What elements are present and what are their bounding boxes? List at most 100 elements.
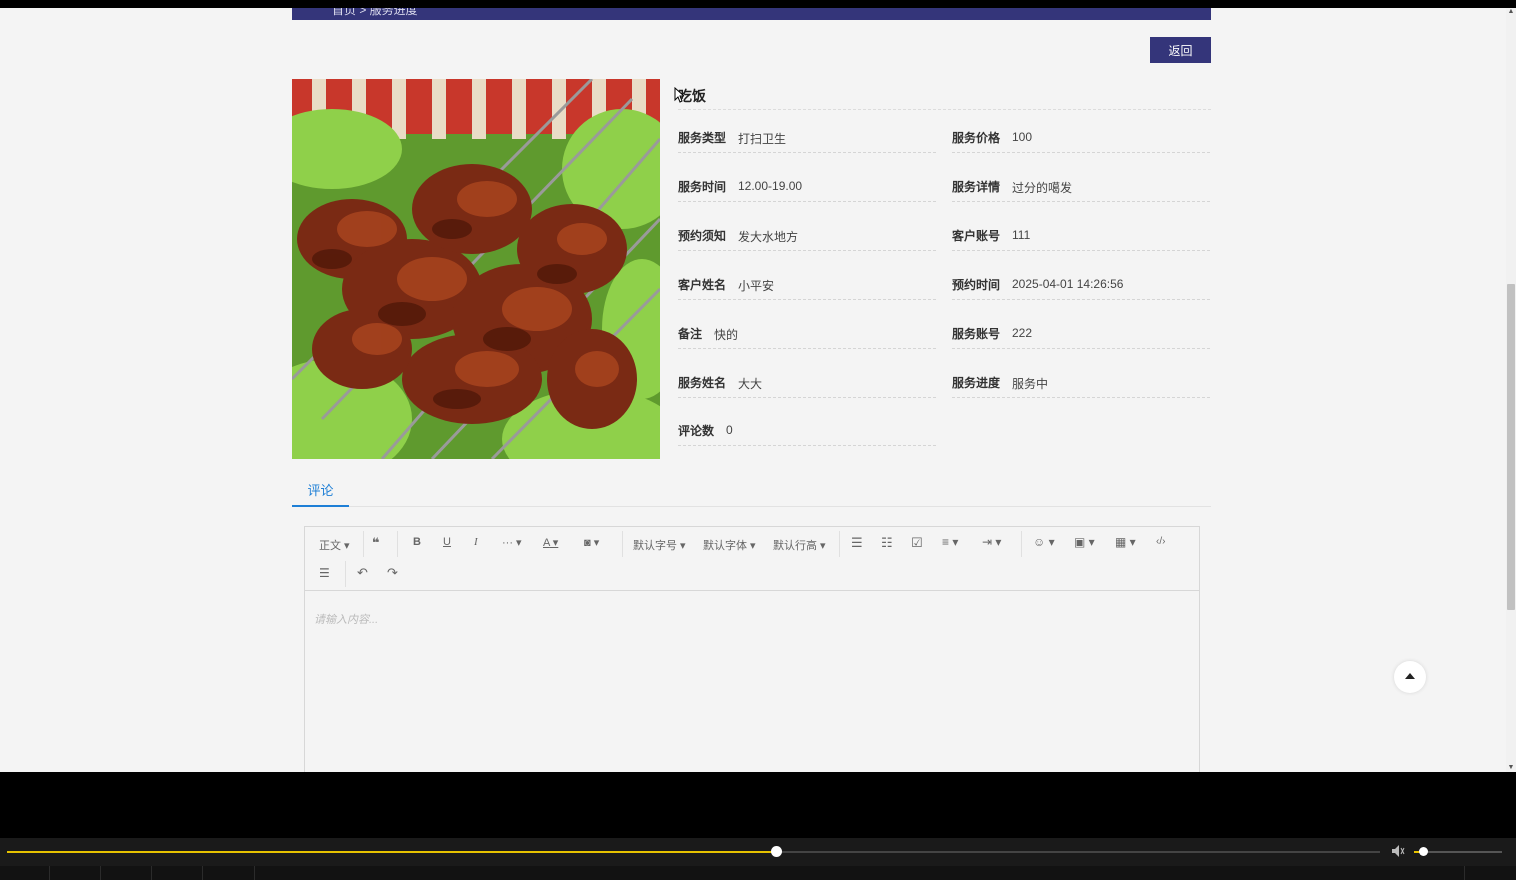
field-value: 100 (1012, 130, 1033, 144)
field-value: 0 (726, 423, 733, 437)
video-player-controls (0, 772, 1516, 880)
field-remark: 备注 快的 (678, 325, 936, 349)
font-family-select[interactable]: 默认字体 ▾ (703, 537, 756, 553)
taskbar-divider (1464, 866, 1465, 880)
field-label: 服务账号 (952, 327, 1001, 341)
detail-tabs: 评论 (292, 482, 1211, 507)
emoji-icon[interactable]: ☺ ▾ (1033, 535, 1055, 549)
tab-comment[interactable]: 评论 (292, 482, 349, 507)
field-service-type: 服务类型 打扫卫生 (678, 129, 936, 153)
redo-icon[interactable]: ↷ (387, 565, 398, 581)
field-label: 预约时间 (952, 278, 1001, 292)
toolbar-divider (1021, 531, 1022, 557)
field-label: 客户账号 (952, 229, 1001, 243)
indent-icon[interactable]: ⇥ ▾ (982, 535, 1001, 549)
field-label: 服务详情 (952, 180, 1001, 194)
toolbar-divider (363, 531, 364, 557)
field-label: 服务进度 (952, 376, 1001, 390)
italic-icon[interactable]: I (474, 536, 478, 548)
field-label: 备注 (678, 327, 703, 341)
back-button[interactable]: 返回 (1150, 37, 1211, 63)
field-service-progress: 服务进度 服务中 (952, 374, 1210, 398)
toolbar-divider (397, 531, 398, 557)
heading-select[interactable]: 正文 ▾ (319, 537, 350, 553)
progress-fill (7, 851, 776, 853)
toolbar-divider (345, 561, 346, 587)
taskbar-divider (49, 866, 50, 880)
font-family-label: 默认字体 (703, 540, 747, 552)
numbered-list-icon[interactable]: ☷ (881, 535, 893, 551)
table-icon[interactable]: ▦ ▾ (1115, 535, 1136, 549)
comment-editor: 正文 ▾ ❝ B U I ··· ▾ A ▾ ◙ ▾ 默认字号 ▾ 默认字体 ▾… (304, 526, 1200, 772)
field-value: 222 (1012, 326, 1033, 340)
bullet-list-icon[interactable]: ☰ (851, 535, 863, 551)
field-value: 发大水地方 (738, 230, 799, 244)
field-label: 客户姓名 (678, 278, 727, 292)
volume-knob[interactable] (1418, 847, 1428, 856)
field-value: 小平安 (738, 279, 775, 293)
editor-toolbar: 正文 ▾ ❝ B U I ··· ▾ A ▾ ◙ ▾ 默认字号 ▾ 默认字体 ▾… (305, 527, 1199, 591)
field-service-detail: 服务详情 过分的噶发 (952, 178, 1210, 202)
volume-icon[interactable] (1391, 844, 1407, 858)
editor-placeholder: 请输入内容... (314, 614, 379, 626)
field-label: 服务类型 (678, 131, 727, 145)
text-color-label: A (543, 537, 550, 549)
underline-icon[interactable]: U (443, 536, 451, 548)
page-scrollbar[interactable]: ▲ ▼ (1506, 8, 1516, 772)
scroll-down-arrow-icon[interactable]: ▼ (1507, 764, 1515, 772)
field-customer-name: 客户姓名 小平安 (678, 276, 936, 300)
field-value: 快的 (714, 328, 739, 342)
field-label: 服务价格 (952, 131, 1001, 145)
todo-checkbox-icon[interactable]: ☑ (911, 535, 923, 551)
field-label: 评论数 (678, 424, 715, 438)
field-value: 111 (1012, 228, 1031, 242)
breadcrumb-bar: 首页 > 服务进度 (292, 8, 1211, 20)
bold-icon[interactable]: B (413, 536, 421, 548)
service-photo (292, 79, 660, 459)
back-to-top-button[interactable] (1394, 661, 1426, 693)
field-value: 打扫卫生 (738, 132, 787, 146)
field-value: 2025-04-01 14:26:56 (1012, 277, 1124, 291)
volume-track[interactable] (1414, 847, 1502, 856)
top-black-strip (0, 0, 1516, 8)
player-control-bar (0, 838, 1516, 866)
taskbar-divider (100, 866, 101, 880)
taskbar-divider (151, 866, 152, 880)
code-icon[interactable]: ‹/› (1156, 536, 1165, 547)
align-icon[interactable]: ≡ ▾ (942, 535, 958, 549)
more-styles-label: ··· (502, 537, 513, 549)
field-booking-time: 预约时间 2025-04-01 14:26:56 (952, 276, 1210, 300)
text-color-icon[interactable]: A ▾ (543, 536, 558, 549)
breadcrumb[interactable]: 首页 > 服务进度 (332, 8, 418, 18)
progress-track[interactable] (7, 846, 1380, 857)
background-color-icon[interactable]: ◙ ▾ (584, 536, 599, 549)
field-booking-notice: 预约须知 发大水地方 (678, 227, 936, 251)
undo-icon[interactable]: ↶ (357, 565, 368, 581)
scroll-up-arrow-icon[interactable]: ▲ (1507, 8, 1515, 16)
scrollbar-thumb[interactable] (1507, 284, 1515, 610)
divider-line-icon[interactable]: ☰ (319, 566, 330, 580)
field-value: 12.00-19.00 (738, 179, 803, 193)
taskbar-divider (202, 866, 203, 880)
browser-viewport: 首页 > 服务进度 返回 吃饭 服务类型 打扫卫生 服务时间 12.00-19.… (0, 8, 1516, 772)
field-service-price: 服务价格 100 (952, 129, 1210, 153)
quote-icon[interactable]: ❝ (372, 535, 380, 551)
mouse-cursor-icon (674, 87, 684, 103)
field-service-time: 服务时间 12.00-19.00 (678, 178, 936, 202)
field-comment-count: 评论数 0 (678, 422, 936, 446)
service-title: 吃饭 (678, 86, 1211, 110)
line-height-select[interactable]: 默认行高 ▾ (773, 537, 826, 553)
field-label: 服务时间 (678, 180, 727, 194)
field-value: 过分的噶发 (1012, 181, 1073, 195)
more-styles-icon[interactable]: ··· ▾ (502, 536, 522, 549)
field-label: 预约须知 (678, 229, 727, 243)
editor-content-area[interactable]: 请输入内容... (305, 591, 1199, 772)
field-customer-account: 客户账号 111 (952, 227, 1210, 251)
font-size-label: 默认字号 (633, 540, 677, 552)
field-value: 服务中 (1012, 377, 1049, 391)
font-size-select[interactable]: 默认字号 ▾ (633, 537, 686, 553)
arrow-up-icon (1405, 673, 1415, 679)
line-height-label: 默认行高 (773, 540, 817, 552)
progress-knob[interactable] (770, 846, 782, 857)
image-icon[interactable]: ▣ ▾ (1074, 535, 1095, 549)
